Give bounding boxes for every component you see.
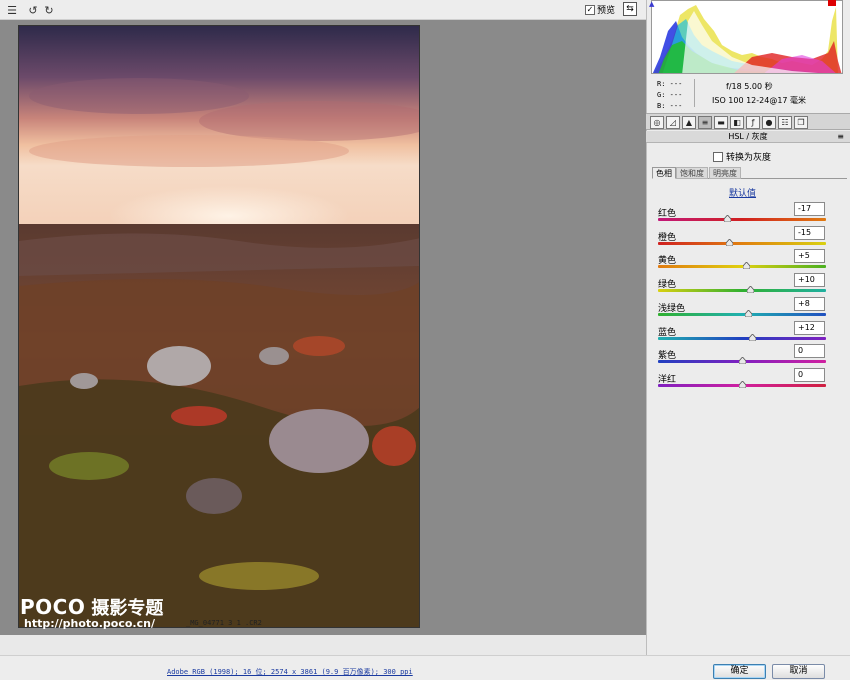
- preview-checkbox[interactable]: ✓: [585, 4, 595, 15]
- slider-thumb[interactable]: [738, 357, 746, 365]
- histogram-graph: [652, 5, 842, 73]
- slider-value-field[interactable]: 0: [794, 344, 825, 359]
- slider-track[interactable]: [658, 312, 826, 316]
- panel-menu-icon[interactable]: ≡: [837, 131, 844, 142]
- detail-tab-icon[interactable]: ▲: [682, 116, 696, 129]
- convert-grayscale-label: 转换为灰度: [726, 153, 772, 163]
- hsl-tab-icon[interactable]: ≡: [698, 116, 712, 129]
- watermark-title: 摄影专题: [91, 598, 164, 619]
- exif-aperture-shutter: f/18 5.00 秒: [726, 82, 773, 91]
- red-readout: R: ---: [657, 80, 683, 88]
- image-canvas: [0, 20, 646, 635]
- slider-thumb[interactable]: [724, 215, 732, 222]
- watermark-url: http://photo.poco.cn/: [24, 617, 155, 630]
- slider-value-field[interactable]: -17: [794, 202, 825, 216]
- slider-value-field[interactable]: -15: [794, 225, 825, 240]
- histogram: [651, 0, 843, 74]
- tone-curve-tab-icon[interactable]: ◿: [666, 116, 680, 129]
- cancel-button[interactable]: 取消: [772, 664, 825, 679]
- lens-tab-icon[interactable]: ◧: [730, 116, 744, 129]
- slider-value-field[interactable]: +10: [794, 273, 825, 288]
- exif-iso-focal: ISO 100 12-24@17 毫米: [712, 96, 807, 105]
- slider-track[interactable]: [658, 336, 826, 340]
- landscape-photo: [19, 26, 419, 627]
- slider-track[interactable]: [658, 289, 826, 293]
- section-title: HSL / 灰度: [728, 132, 768, 141]
- preview-toggle[interactable]: ✓ 预览: [585, 3, 615, 16]
- slider-value-field[interactable]: +12: [794, 320, 825, 335]
- convert-grayscale-checkbox[interactable]: [713, 151, 723, 162]
- snapshots-tab-icon[interactable]: ❐: [794, 116, 808, 129]
- green-readout: G: ---: [657, 91, 683, 99]
- rgb-readout: R: --- G: --- B: ---: [657, 79, 682, 112]
- effects-tab-icon[interactable]: ƒ: [746, 116, 760, 129]
- convert-grayscale-option[interactable]: 转换为灰度: [713, 150, 771, 163]
- slider-value-field[interactable]: +5: [794, 249, 825, 264]
- fullscreen-icon[interactable]: ⇆: [623, 2, 637, 16]
- section-header: HSL / 灰度 ≡: [646, 131, 850, 143]
- slider-label: 浅绿色: [658, 303, 686, 314]
- slider-value-field[interactable]: +8: [794, 296, 825, 311]
- hsl-subtabs: 色相 饱和度 明亮度: [652, 167, 847, 179]
- slider-value-field[interactable]: 0: [794, 367, 825, 382]
- slider-label: 蓝色: [658, 327, 677, 338]
- default-link[interactable]: 默认值: [729, 186, 756, 199]
- panel-tabs: ◎ ◿ ▲ ≡ ▬ ◧ ƒ ● ☷ ❐: [646, 113, 850, 130]
- tab-luminance[interactable]: 明亮度: [709, 167, 741, 179]
- filename-label: _MG_04771 3 1 .CR2: [186, 619, 262, 627]
- tab-hue[interactable]: 色相: [652, 167, 676, 179]
- top-toolbar: ☰ ↺ ↻ ✓ 预览 ⇆: [0, 0, 646, 20]
- list-icon[interactable]: ☰: [5, 3, 19, 17]
- slider-thumb[interactable]: [748, 333, 756, 341]
- slider-row: 洋红 0: [656, 367, 828, 396]
- camera-calibration-tab-icon[interactable]: ●: [762, 116, 776, 129]
- slider-label: 洋红: [658, 374, 677, 385]
- rotate-right-icon[interactable]: ↻: [42, 3, 56, 17]
- slider-thumb[interactable]: [742, 262, 750, 270]
- presets-tab-icon[interactable]: ☷: [778, 116, 792, 129]
- workflow-options-link[interactable]: Adobe RGB (1998); 16 位; 2574 x 3861 (9.9…: [167, 667, 413, 677]
- slider-label: 橙色: [658, 232, 677, 243]
- photo-preview: [18, 25, 420, 628]
- preview-label: 预览: [597, 6, 616, 16]
- info-divider: [694, 79, 695, 107]
- split-toning-tab-icon[interactable]: ▬: [714, 116, 728, 129]
- slider-thumb[interactable]: [725, 238, 733, 246]
- shadow-clipping-icon[interactable]: ▲: [649, 0, 657, 8]
- watermark-brand: POCO: [20, 595, 86, 619]
- slider-thumb[interactable]: [746, 286, 754, 294]
- basic-tab-icon[interactable]: ◎: [650, 116, 664, 129]
- readout-panel: R: --- G: --- B: --- f/18 5.00 秒 ISO 100…: [650, 77, 840, 110]
- highlight-clipping-icon[interactable]: [828, 0, 836, 6]
- slider-thumb[interactable]: [738, 380, 746, 388]
- slider-thumb[interactable]: [745, 309, 753, 317]
- slider-track[interactable]: [658, 218, 826, 221]
- rotate-left-icon[interactable]: ↺: [26, 3, 40, 17]
- blue-readout: B: ---: [657, 102, 683, 110]
- tab-saturation[interactable]: 饱和度: [676, 167, 708, 179]
- slider-track[interactable]: [658, 241, 826, 245]
- ok-button[interactable]: 确定: [713, 664, 766, 679]
